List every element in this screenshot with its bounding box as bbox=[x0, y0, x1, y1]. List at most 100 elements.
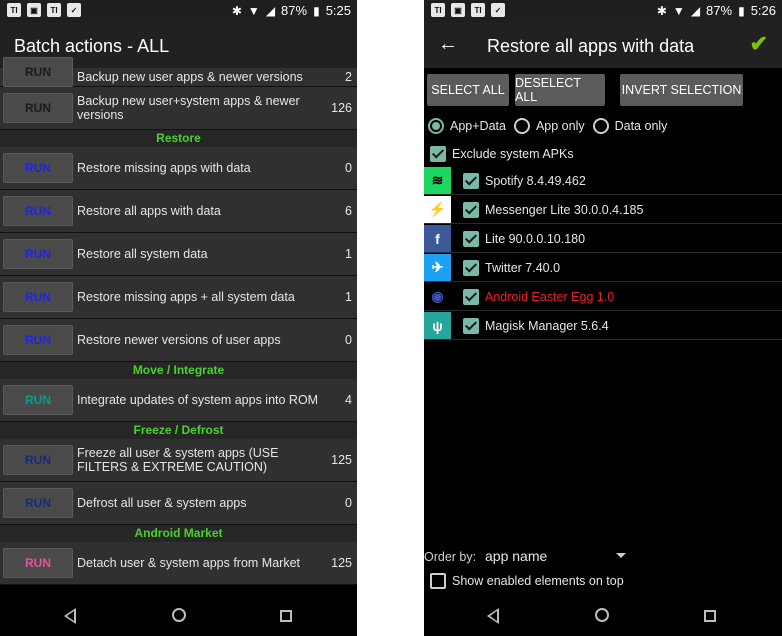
action-label: Detach user & system apps from Market bbox=[77, 556, 300, 570]
dropdown-caret-icon[interactable] bbox=[616, 553, 626, 558]
exclude-system-apks-checkbox[interactable] bbox=[430, 146, 446, 162]
app-count: 6 bbox=[345, 204, 352, 218]
action-label: Integrate updates of system apps into RO… bbox=[77, 393, 319, 407]
app-count: 0 bbox=[345, 161, 352, 175]
app-count: 1 bbox=[345, 290, 352, 304]
invert-selection-button[interactable]: INVERT SELECTION bbox=[620, 74, 743, 106]
action-label: Defrost all user & system apps bbox=[77, 496, 247, 510]
app-row[interactable]: ψ Magisk Manager 5.6.4 bbox=[424, 312, 782, 340]
action-label: Backup new user+system apps & newer vers… bbox=[77, 94, 300, 122]
run-button[interactable]: RUN bbox=[3, 325, 73, 355]
run-button[interactable]: RUN bbox=[3, 282, 73, 312]
run-button[interactable]: RUN bbox=[3, 445, 73, 475]
signal-icon: ◢ bbox=[265, 3, 276, 18]
app-bar: ← Restore all apps with data ✔ bbox=[424, 22, 782, 68]
wifi-icon: ▼ bbox=[247, 3, 260, 18]
battery-percent: 87% bbox=[706, 3, 733, 18]
app-name-version: Magisk Manager 5.6.4 bbox=[485, 319, 609, 333]
home-nav-icon[interactable] bbox=[172, 608, 186, 622]
action-row: RUN Restore missing apps with data 0 bbox=[0, 147, 357, 190]
right-screen: TI ▣ TI ✓ ✱ ▼ ◢ 87% ▮ 5:26 ← Restore all… bbox=[424, 0, 782, 636]
image-icon: ▣ bbox=[27, 3, 41, 17]
exclude-system-apks-row[interactable]: Exclude system APKs bbox=[430, 144, 778, 164]
clock: 5:26 bbox=[750, 3, 776, 18]
section-header: Freeze / Defrost bbox=[0, 422, 357, 439]
bluetooth-icon: ✱ bbox=[656, 3, 667, 18]
radio-app-data[interactable] bbox=[428, 118, 444, 134]
show-enabled-label: Show enabled elements on top bbox=[452, 574, 624, 588]
app-row[interactable]: f Lite 90.0.0.10.180 bbox=[424, 225, 782, 253]
wifi-icon: ▼ bbox=[672, 3, 685, 18]
back-nav-icon[interactable] bbox=[64, 608, 76, 624]
twitter-icon: ✈ bbox=[424, 254, 451, 281]
radio-app-only[interactable] bbox=[513, 118, 530, 134]
run-button[interactable]: RUN bbox=[3, 239, 73, 269]
status-bar: TI ▣ TI ✓ ✱ ▼ ◢ 87% ▮ 5:26 bbox=[424, 0, 782, 22]
app-select-checkbox[interactable] bbox=[463, 173, 479, 189]
run-button[interactable]: RUN bbox=[3, 153, 73, 183]
download-icon: ✓ bbox=[67, 3, 81, 17]
action-row: RUN Backup new user apps & newer versions… bbox=[0, 57, 357, 87]
action-label: Restore missing apps with data bbox=[77, 161, 251, 175]
deselect-all-button[interactable]: DESELECT ALL bbox=[515, 74, 605, 106]
easter-egg-icon: ◉ bbox=[424, 283, 451, 310]
battery-icon: ▮ bbox=[313, 3, 320, 18]
run-button[interactable]: RUN bbox=[3, 57, 73, 87]
select-all-button[interactable]: SELECT ALL bbox=[427, 74, 509, 106]
batch-actions-list[interactable]: RUN Backup new user apps & newer versions… bbox=[0, 57, 357, 596]
battery-icon: ▮ bbox=[738, 3, 745, 18]
app-row[interactable]: ◉ Android Easter Egg 1.0 bbox=[424, 283, 782, 311]
app-select-checkbox[interactable] bbox=[463, 231, 479, 247]
radio-data-only-label[interactable]: Data only bbox=[615, 119, 668, 133]
recents-nav-icon[interactable] bbox=[704, 610, 716, 622]
order-by-select[interactable]: app name bbox=[485, 548, 547, 564]
app-count: 4 bbox=[345, 393, 352, 407]
run-button[interactable]: RUN bbox=[3, 196, 73, 226]
action-row: RUN Restore newer versions of user apps 0 bbox=[0, 319, 357, 362]
recents-nav-icon[interactable] bbox=[280, 610, 292, 622]
app-row[interactable]: ≋ Spotify 8.4.49.462 bbox=[424, 167, 782, 195]
notification-icon: TI bbox=[431, 3, 445, 17]
action-row: RUN Restore missing apps + all system dat… bbox=[0, 276, 357, 319]
run-button[interactable]: RUN bbox=[3, 385, 73, 415]
action-label: Freeze all user & system apps (USE FILTE… bbox=[77, 446, 279, 474]
action-row: RUN Restore all system data 1 bbox=[0, 233, 357, 276]
action-row: RUN Backup new user+system apps & newer v… bbox=[0, 87, 357, 130]
app-count: 125 bbox=[331, 453, 352, 467]
page-title: Restore all apps with data bbox=[487, 36, 695, 56]
bluetooth-icon: ✱ bbox=[231, 3, 242, 18]
home-nav-icon[interactable] bbox=[595, 608, 609, 622]
spotify-icon: ≋ bbox=[424, 167, 451, 194]
section-header: Move / Integrate bbox=[0, 362, 357, 379]
radio-app-only-label[interactable]: App only bbox=[536, 119, 585, 133]
app-select-checkbox[interactable] bbox=[463, 260, 479, 276]
run-button[interactable]: RUN bbox=[3, 488, 73, 518]
confirm-check-icon[interactable]: ✔ bbox=[750, 31, 768, 57]
action-row: RUN Restore all apps with data 6 bbox=[0, 190, 357, 233]
signal-icon: ◢ bbox=[690, 3, 701, 18]
page-title: Batch actions - ALL bbox=[14, 36, 170, 56]
radio-app-data-label[interactable]: App+Data bbox=[450, 119, 506, 133]
order-by-row: Order by: app name bbox=[424, 548, 782, 566]
facebook-icon: f bbox=[424, 225, 451, 252]
arrow-back-icon[interactable]: ← bbox=[438, 33, 458, 56]
app-row[interactable]: ⚡ Messenger Lite 30.0.0.4.185 bbox=[424, 196, 782, 224]
app-name-version: Lite 90.0.0.10.180 bbox=[485, 232, 586, 246]
app-select-checkbox[interactable] bbox=[463, 318, 479, 334]
clock: 5:25 bbox=[325, 3, 351, 18]
app-select-checkbox[interactable] bbox=[463, 289, 479, 305]
action-label: Restore missing apps + all system data bbox=[77, 290, 295, 304]
action-label: Backup new user apps & newer versions bbox=[77, 70, 303, 84]
back-nav-icon[interactable] bbox=[487, 608, 499, 624]
show-enabled-row[interactable]: Show enabled elements on top bbox=[430, 572, 624, 590]
app-count: 0 bbox=[345, 333, 352, 347]
status-bar: TI ▣ TI ✓ ✱ ▼ ◢ 87% ▮ 5:25 bbox=[0, 0, 357, 22]
order-by-label: Order by: bbox=[424, 550, 477, 564]
run-button[interactable]: RUN bbox=[3, 93, 73, 123]
app-select-checkbox[interactable] bbox=[463, 202, 479, 218]
run-button[interactable]: RUN bbox=[3, 548, 73, 578]
notification-icon: TI bbox=[471, 3, 485, 17]
show-enabled-checkbox[interactable] bbox=[430, 573, 446, 589]
radio-data-only[interactable] bbox=[592, 118, 609, 134]
app-row[interactable]: ✈ Twitter 7.40.0 bbox=[424, 254, 782, 282]
